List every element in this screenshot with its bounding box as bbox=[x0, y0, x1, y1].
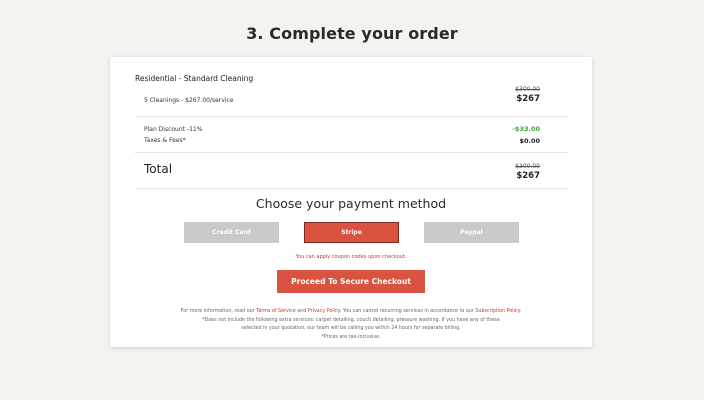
total-label: Total bbox=[144, 162, 173, 176]
footer-tax-note: *Prices are tax-inclusive. bbox=[321, 335, 381, 340]
footer-text: . bbox=[519, 309, 522, 314]
footer-billing-note: selected in your quotation, our team wil… bbox=[241, 326, 461, 331]
taxes-label: Taxes & Fees* bbox=[144, 137, 186, 144]
total-price: $267 bbox=[516, 171, 540, 181]
divider bbox=[135, 116, 568, 117]
discounted-price: $267 bbox=[516, 94, 540, 104]
order-summary-card: Residential - Standard Cleaning 5 Cleani… bbox=[110, 57, 592, 347]
footer-extras-note: *Does not include the following extra se… bbox=[202, 318, 500, 323]
original-price: $300.00 bbox=[515, 86, 540, 93]
discount-label: Plan Discount -11% bbox=[144, 126, 203, 133]
terms-of-service-link[interactable]: Terms of Service bbox=[256, 309, 296, 314]
footer-policy-line: For more information, read our Terms of … bbox=[110, 309, 592, 315]
coupon-note: You can apply coupon codes upon checkout… bbox=[295, 254, 407, 260]
divider bbox=[135, 188, 568, 189]
payment-method-title: Choose your payment method bbox=[255, 196, 447, 211]
privacy-policy-link[interactable]: Privacy Policy bbox=[308, 309, 340, 314]
discount-value: -$33.00 bbox=[512, 125, 540, 133]
total-original-price: $300.00 bbox=[515, 163, 540, 170]
taxes-value: $0.00 bbox=[519, 137, 540, 145]
line-item-label: 5 Cleanings - $267.00/service bbox=[144, 97, 234, 104]
page-title: 3. Complete your order bbox=[246, 24, 458, 43]
footer-text: and bbox=[295, 309, 308, 314]
footer-text: For more information, read our bbox=[180, 309, 257, 314]
paypal-button[interactable]: Paypal bbox=[424, 222, 519, 243]
proceed-to-checkout-button[interactable]: Proceed To Secure Checkout bbox=[277, 270, 425, 293]
stripe-button[interactable]: Stripe bbox=[304, 222, 399, 243]
plan-name: Residential - Standard Cleaning bbox=[135, 74, 254, 83]
credit-card-button[interactable]: Credit Card bbox=[184, 222, 279, 243]
divider bbox=[135, 152, 568, 153]
subscription-policy-link[interactable]: Subscription Policy bbox=[475, 309, 519, 314]
footer-text: . You can cancel recurring services in a… bbox=[339, 309, 476, 314]
